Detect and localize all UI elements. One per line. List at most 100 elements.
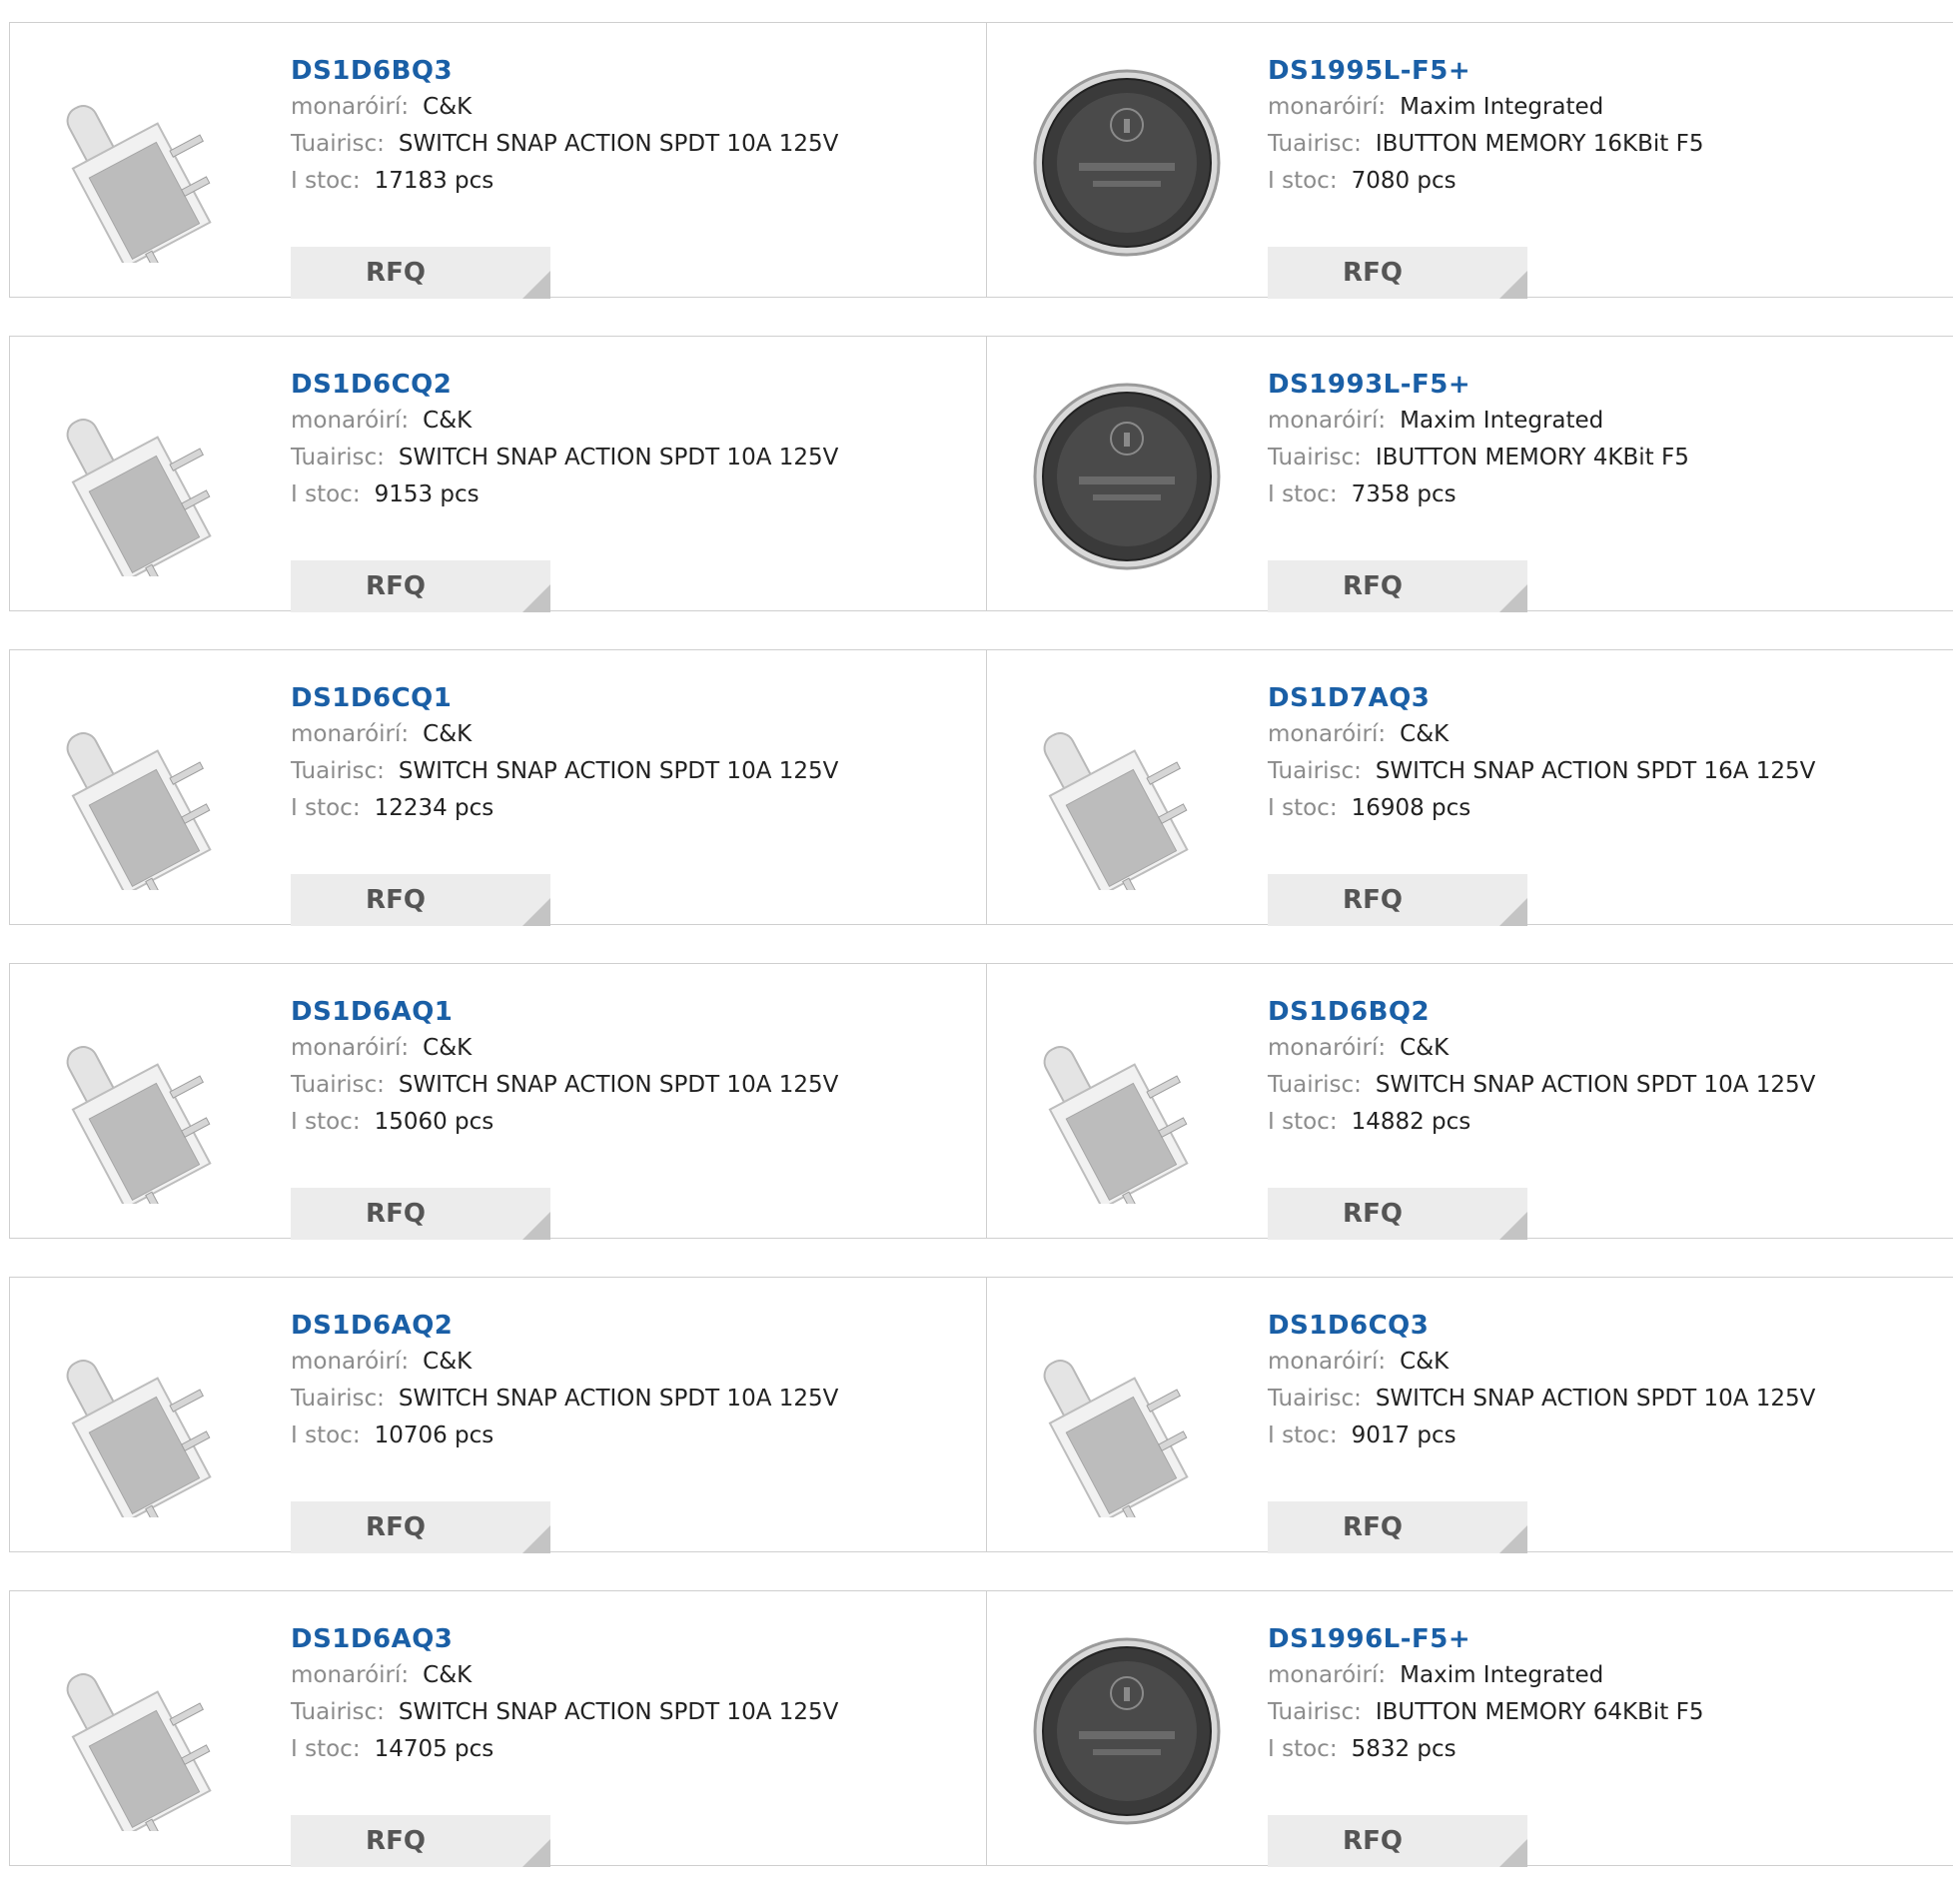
rfq-button[interactable]: RFQ bbox=[1268, 1188, 1527, 1240]
snap-switch-icon[interactable] bbox=[50, 377, 250, 592]
stock-value: 16908 pcs bbox=[1351, 795, 1471, 821]
description-value: SWITCH SNAP ACTION SPDT 10A 125V bbox=[1375, 1386, 1816, 1412]
description-value: SWITCH SNAP ACTION SPDT 10A 125V bbox=[398, 758, 839, 784]
corner-triangle-icon bbox=[1499, 1212, 1527, 1240]
part-number-link[interactable]: DS1993L-F5+ bbox=[1268, 367, 1689, 403]
stock-line: I stoc: 14882 pcs bbox=[1268, 1104, 1815, 1141]
snap-switch-icon[interactable] bbox=[50, 63, 250, 279]
rfq-label: RFQ bbox=[1343, 885, 1403, 915]
manufacturer-line: monaróirí: Maxim Integrated bbox=[1268, 1657, 1703, 1694]
product-info: DS1D6BQ3 monaróirí: C&K Tuairisc: SWITCH S… bbox=[291, 53, 838, 299]
stock-value: 9017 pcs bbox=[1351, 1423, 1457, 1448]
stock-label: I stoc: bbox=[1268, 1423, 1338, 1448]
stock-label: I stoc: bbox=[291, 1109, 361, 1135]
rfq-button[interactable]: RFQ bbox=[1268, 247, 1527, 299]
manufacturer-label: monaróirí: bbox=[1268, 408, 1387, 434]
stock-line: I stoc: 7358 pcs bbox=[1268, 476, 1689, 513]
stock-line: I stoc: 15060 pcs bbox=[291, 1104, 838, 1141]
snap-switch-icon[interactable] bbox=[1027, 690, 1227, 906]
snap-switch-icon[interactable] bbox=[50, 690, 250, 906]
description-value: IBUTTON MEMORY 64KBit F5 bbox=[1375, 1699, 1704, 1725]
part-number-link[interactable]: DS1D6CQ3 bbox=[1268, 1308, 1815, 1344]
part-number-link[interactable]: DS1996L-F5+ bbox=[1268, 1621, 1703, 1657]
product-card: DS1D6CQ1 monaróirí: C&K Tuairisc: SWITCH S… bbox=[10, 650, 987, 926]
product-row: DS1D6AQ3 monaróirí: C&K Tuairisc: SWITCH S… bbox=[9, 1590, 1953, 1867]
manufacturer-label: monaróirí: bbox=[291, 94, 410, 120]
ibutton-icon[interactable] bbox=[1027, 1631, 1227, 1831]
manufacturer-line: monaróirí: C&K bbox=[291, 1030, 838, 1067]
part-number-link[interactable]: DS1D6BQ2 bbox=[1268, 994, 1815, 1030]
rfq-label: RFQ bbox=[1343, 571, 1403, 601]
rfq-button[interactable]: RFQ bbox=[291, 247, 550, 299]
snap-switch-icon[interactable] bbox=[50, 1631, 250, 1847]
rfq-button[interactable]: RFQ bbox=[291, 1501, 550, 1553]
corner-triangle-icon bbox=[522, 898, 550, 926]
rfq-button[interactable]: RFQ bbox=[1268, 1815, 1527, 1867]
part-number-link[interactable]: DS1995L-F5+ bbox=[1268, 53, 1703, 89]
rfq-label: RFQ bbox=[366, 258, 426, 288]
corner-triangle-icon bbox=[522, 584, 550, 612]
part-number-link[interactable]: DS1D7AQ3 bbox=[1268, 680, 1815, 716]
product-info: DS1996L-F5+ monaróirí: Maxim Integrated T… bbox=[1268, 1621, 1704, 1867]
rfq-button[interactable]: RFQ bbox=[291, 1815, 550, 1867]
stock-line: I stoc: 16908 pcs bbox=[1268, 790, 1815, 827]
stock-label: I stoc: bbox=[291, 1423, 361, 1448]
stock-value: 10706 pcs bbox=[374, 1423, 494, 1448]
description-value: SWITCH SNAP ACTION SPDT 10A 125V bbox=[398, 1386, 839, 1412]
product-card: DS1D6CQ2 monaróirí: C&K Tuairisc: SWITCH S… bbox=[10, 337, 987, 612]
part-number-link[interactable]: DS1D6AQ1 bbox=[291, 994, 838, 1030]
description-line: Tuairisc: SWITCH SNAP ACTION SPDT 10A 125… bbox=[291, 1381, 838, 1418]
manufacturer-line: monaróirí: C&K bbox=[1268, 1030, 1815, 1067]
manufacturer-label: monaróirí: bbox=[1268, 1349, 1387, 1375]
manufacturer-line: monaróirí: C&K bbox=[291, 716, 838, 753]
corner-triangle-icon bbox=[1499, 1839, 1527, 1867]
manufacturer-line: monaróirí: C&K bbox=[291, 1344, 838, 1381]
ibutton-icon[interactable] bbox=[1027, 377, 1227, 576]
rfq-button[interactable]: RFQ bbox=[291, 1188, 550, 1240]
rfq-button[interactable]: RFQ bbox=[1268, 560, 1527, 612]
stock-label: I stoc: bbox=[1268, 1736, 1338, 1762]
manufacturer-value: C&K bbox=[423, 1662, 473, 1688]
product-row: DS1D6AQ1 monaróirí: C&K Tuairisc: SWITCH S… bbox=[9, 963, 1953, 1240]
ibutton-icon[interactable] bbox=[1027, 63, 1227, 263]
rfq-button[interactable]: RFQ bbox=[291, 874, 550, 926]
rfq-button[interactable]: RFQ bbox=[291, 560, 550, 612]
product-info: DS1D6AQ1 monaróirí: C&K Tuairisc: SWITCH S… bbox=[291, 994, 839, 1240]
product-card: DS1993L-F5+ monaróirí: Maxim Integrated T… bbox=[987, 337, 1953, 612]
manufacturer-value: C&K bbox=[1400, 721, 1450, 747]
part-number-link[interactable]: DS1D6BQ3 bbox=[291, 53, 838, 89]
product-info: DS1D6AQ2 monaróirí: C&K Tuairisc: SWITCH S… bbox=[291, 1308, 838, 1553]
part-number-link[interactable]: DS1D6CQ1 bbox=[291, 680, 838, 716]
description-line: Tuairisc: SWITCH SNAP ACTION SPDT 10A 125… bbox=[1268, 1067, 1815, 1104]
product-grid: DS1D6BQ3 monaróirí: C&K Tuairisc: SWITCH S… bbox=[9, 22, 1953, 1904]
manufacturer-label: monaróirí: bbox=[1268, 1035, 1387, 1061]
stock-value: 7358 pcs bbox=[1351, 481, 1457, 507]
product-card: DS1D6AQ3 monaróirí: C&K Tuairisc: SWITCH S… bbox=[10, 1591, 987, 1867]
stock-line: I stoc: 9017 pcs bbox=[1268, 1418, 1815, 1454]
snap-switch-icon[interactable] bbox=[1027, 1004, 1227, 1220]
stock-label: I stoc: bbox=[291, 795, 361, 821]
part-number-link[interactable]: DS1D6AQ2 bbox=[291, 1308, 838, 1344]
snap-switch-icon[interactable] bbox=[50, 1318, 250, 1533]
stock-line: I stoc: 7080 pcs bbox=[1268, 163, 1703, 200]
part-number-link[interactable]: DS1D6CQ2 bbox=[291, 367, 838, 403]
description-label: Tuairisc: bbox=[1268, 758, 1362, 784]
product-row: DS1D6AQ2 monaróirí: C&K Tuairisc: SWITCH S… bbox=[9, 1277, 1953, 1553]
manufacturer-value: C&K bbox=[1400, 1349, 1450, 1375]
description-line: Tuairisc: SWITCH SNAP ACTION SPDT 10A 125… bbox=[291, 1694, 838, 1731]
manufacturer-label: monaróirí: bbox=[291, 1662, 410, 1688]
product-info: DS1995L-F5+ monaróirí: Maxim Integrated T… bbox=[1268, 53, 1703, 299]
snap-switch-icon[interactable] bbox=[1027, 1318, 1227, 1533]
product-card: DS1D6CQ3 monaróirí: C&K Tuairisc: SWITCH S… bbox=[987, 1278, 1953, 1553]
stock-line: I stoc: 9153 pcs bbox=[291, 476, 838, 513]
stock-value: 17183 pcs bbox=[374, 168, 494, 194]
product-card: DS1995L-F5+ monaróirí: Maxim Integrated T… bbox=[987, 23, 1953, 299]
part-number-link[interactable]: DS1D6AQ3 bbox=[291, 1621, 838, 1657]
rfq-button[interactable]: RFQ bbox=[1268, 874, 1527, 926]
manufacturer-label: monaróirí: bbox=[291, 408, 410, 434]
description-value: SWITCH SNAP ACTION SPDT 10A 125V bbox=[398, 1072, 839, 1098]
manufacturer-line: monaróirí: Maxim Integrated bbox=[1268, 89, 1703, 126]
snap-switch-icon[interactable] bbox=[50, 1004, 250, 1220]
rfq-button[interactable]: RFQ bbox=[1268, 1501, 1527, 1553]
product-info: DS1993L-F5+ monaróirí: Maxim Integrated T… bbox=[1268, 367, 1689, 612]
